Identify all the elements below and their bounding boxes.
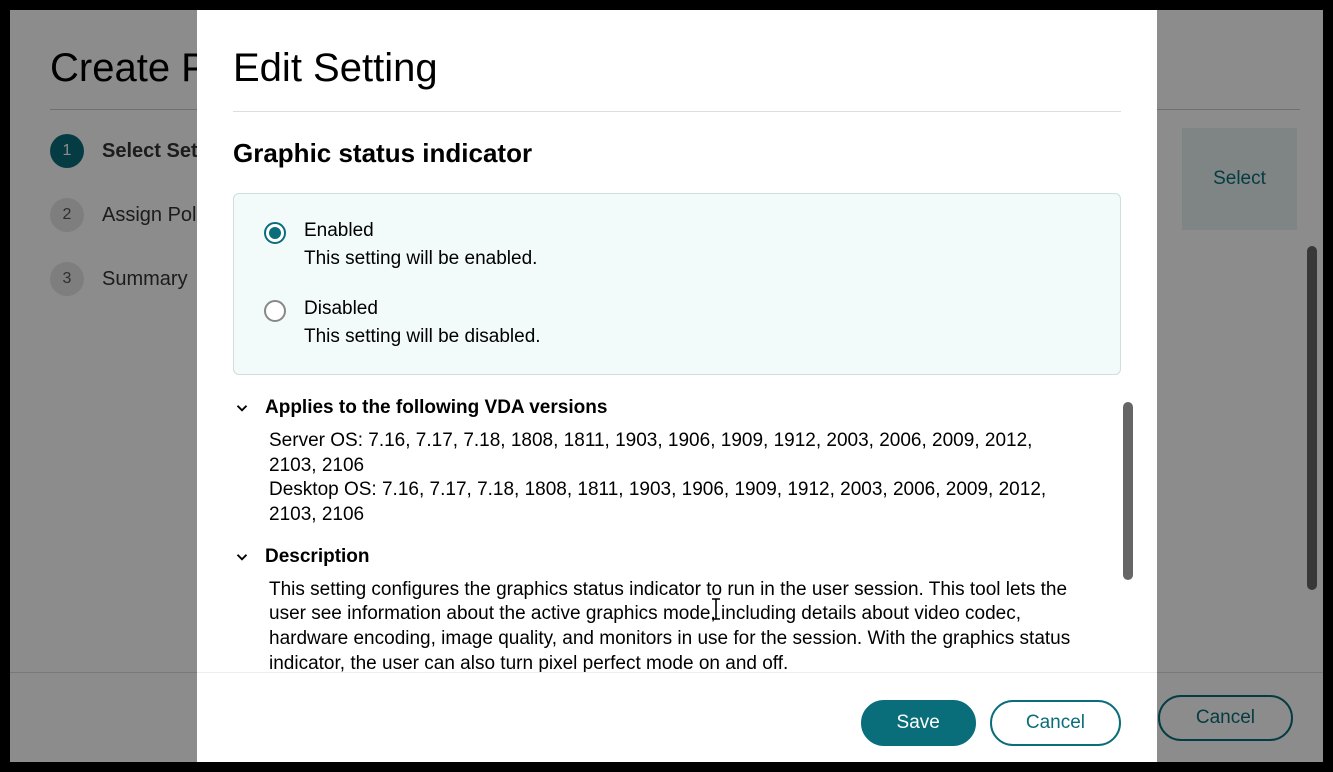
radio-option-disabled[interactable]: Disabled This setting will be disabled. bbox=[264, 298, 1090, 348]
section-title: Applies to the following VDA versions bbox=[265, 397, 607, 419]
chevron-down-icon bbox=[233, 548, 251, 566]
radio-description: This setting will be disabled. bbox=[304, 326, 541, 348]
modal-title: Edit Setting bbox=[233, 46, 1121, 91]
section-title: Description bbox=[265, 546, 370, 568]
radio-button[interactable] bbox=[264, 300, 286, 322]
applies-server-os: Server OS: 7.16, 7.17, 7.18, 1808, 1811,… bbox=[269, 429, 1081, 478]
save-button[interactable]: Save bbox=[861, 700, 976, 746]
radio-label: Disabled bbox=[304, 298, 541, 320]
applies-section: Applies to the following VDA versions Se… bbox=[233, 397, 1121, 528]
setting-name: Graphic status indicator bbox=[233, 138, 1121, 169]
radio-dot-icon bbox=[269, 227, 281, 239]
edit-setting-modal: Edit Setting Graphic status indicator En… bbox=[197, 10, 1157, 762]
scrollbar[interactable] bbox=[1123, 402, 1133, 580]
radio-label: Enabled bbox=[304, 220, 537, 242]
radio-description: This setting will be enabled. bbox=[304, 248, 537, 270]
applies-desktop-os: Desktop OS: 7.16, 7.17, 7.18, 1808, 1811… bbox=[269, 478, 1081, 527]
description-section: Description This setting configures the … bbox=[233, 546, 1121, 672]
description-header[interactable]: Description bbox=[233, 546, 1081, 568]
radio-button[interactable] bbox=[264, 222, 286, 244]
cancel-button[interactable]: Cancel bbox=[990, 700, 1121, 746]
radio-group: Enabled This setting will be enabled. Di… bbox=[233, 193, 1121, 375]
description-paragraph: This setting configures the graphics sta… bbox=[269, 578, 1081, 672]
radio-option-enabled[interactable]: Enabled This setting will be enabled. bbox=[264, 220, 1090, 270]
modal-footer: Save Cancel bbox=[197, 672, 1157, 762]
chevron-down-icon bbox=[233, 399, 251, 417]
divider bbox=[233, 111, 1121, 112]
applies-header[interactable]: Applies to the following VDA versions bbox=[233, 397, 1081, 419]
